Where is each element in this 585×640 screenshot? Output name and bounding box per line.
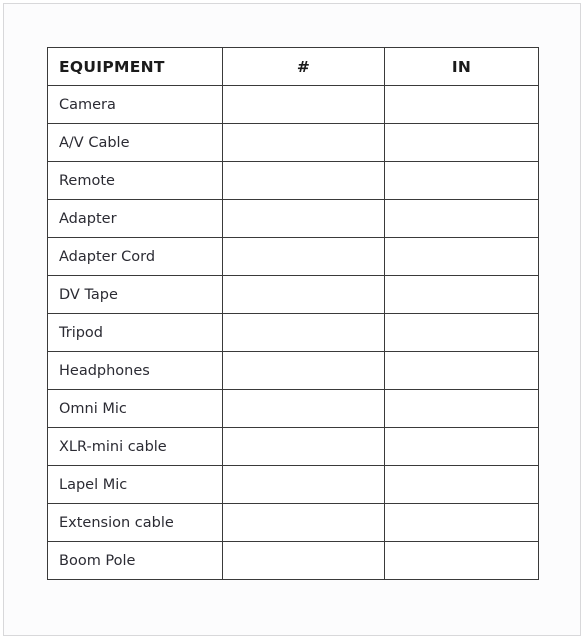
cell-in-input[interactable] (384, 199, 539, 238)
cell-quantity-input[interactable] (222, 465, 385, 504)
table-row: A/V Cable (47, 123, 539, 162)
table-row: Boom Pole (47, 541, 539, 580)
cell-in-input[interactable] (384, 389, 539, 428)
table-row: Extension cable (47, 503, 539, 542)
table-row: Remote (47, 161, 539, 200)
cell-in-input[interactable] (384, 275, 539, 314)
page-sheet: EQUIPMENT # IN Camera A/V Cable Remote Adap… (3, 3, 581, 636)
table-row: Lapel Mic (47, 465, 539, 504)
cell-equipment-name: Lapel Mic (47, 465, 223, 504)
cell-quantity-input[interactable] (222, 85, 385, 124)
column-header-equipment: EQUIPMENT (47, 47, 223, 86)
cell-in-input[interactable] (384, 465, 539, 504)
cell-equipment-name: Boom Pole (47, 541, 223, 580)
table-row: Adapter Cord (47, 237, 539, 276)
cell-quantity-input[interactable] (222, 199, 385, 238)
cell-quantity-input[interactable] (222, 237, 385, 276)
cell-quantity-input[interactable] (222, 123, 385, 162)
table-header: EQUIPMENT # IN (47, 47, 539, 86)
column-header-quantity: # (222, 47, 385, 86)
cell-equipment-name: Adapter (47, 199, 223, 238)
cell-quantity-input[interactable] (222, 313, 385, 352)
cell-in-input[interactable] (384, 503, 539, 542)
cell-equipment-name: Extension cable (47, 503, 223, 542)
table-row: Adapter (47, 199, 539, 238)
table-row: XLR-mini cable (47, 427, 539, 466)
table-row: Camera (47, 85, 539, 124)
cell-quantity-input[interactable] (222, 161, 385, 200)
table-row: Tripod (47, 313, 539, 352)
table-header-row: EQUIPMENT # IN (47, 47, 539, 86)
cell-equipment-name: Adapter Cord (47, 237, 223, 276)
cell-equipment-name: Omni Mic (47, 389, 223, 428)
cell-quantity-input[interactable] (222, 275, 385, 314)
cell-in-input[interactable] (384, 85, 539, 124)
table-row: Omni Mic (47, 389, 539, 428)
cell-equipment-name: Remote (47, 161, 223, 200)
cell-equipment-name: Tripod (47, 313, 223, 352)
cell-quantity-input[interactable] (222, 541, 385, 580)
cell-equipment-name: XLR-mini cable (47, 427, 223, 466)
cell-equipment-name: Camera (47, 85, 223, 124)
cell-equipment-name: Headphones (47, 351, 223, 390)
equipment-checkout-table: EQUIPMENT # IN Camera A/V Cable Remote Adap… (47, 47, 539, 580)
cell-in-input[interactable] (384, 541, 539, 580)
cell-in-input[interactable] (384, 161, 539, 200)
cell-quantity-input[interactable] (222, 389, 385, 428)
cell-in-input[interactable] (384, 351, 539, 390)
cell-equipment-name: A/V Cable (47, 123, 223, 162)
cell-quantity-input[interactable] (222, 503, 385, 542)
cell-in-input[interactable] (384, 427, 539, 466)
cell-quantity-input[interactable] (222, 351, 385, 390)
cell-in-input[interactable] (384, 237, 539, 276)
table-row: Headphones (47, 351, 539, 390)
cell-quantity-input[interactable] (222, 427, 385, 466)
cell-in-input[interactable] (384, 123, 539, 162)
cell-equipment-name: DV Tape (47, 275, 223, 314)
table-row: DV Tape (47, 275, 539, 314)
cell-in-input[interactable] (384, 313, 539, 352)
table-body: Camera A/V Cable Remote Adapter Adapter Cord… (47, 85, 539, 580)
column-header-in: IN (384, 47, 539, 86)
